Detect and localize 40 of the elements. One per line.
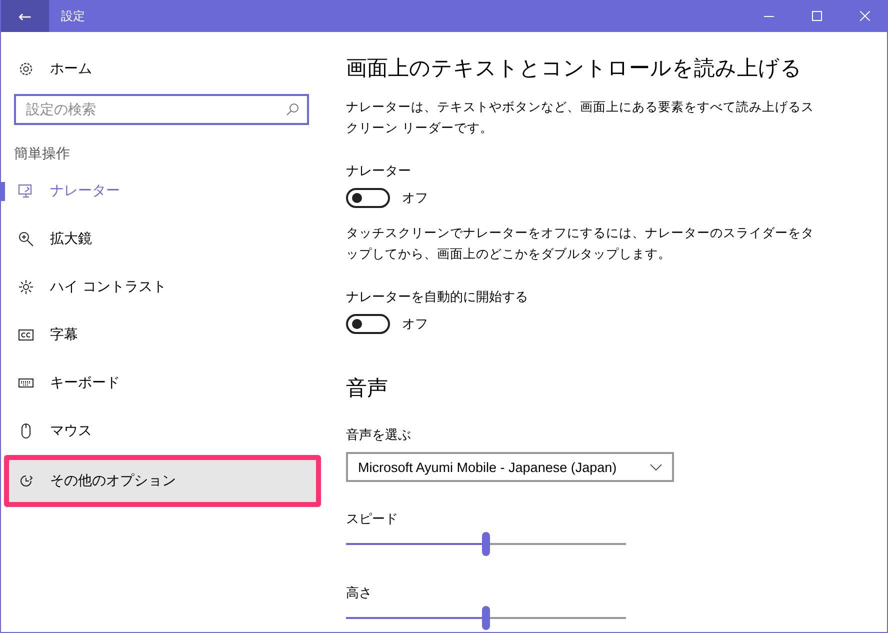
search-icon: [286, 103, 299, 116]
section-heading: 簡単操作: [13, 145, 71, 164]
slider-label: スピード: [346, 511, 399, 528]
voice-dropdown[interactable]: Microsoft Ayumi Mobile - Japanese (Japan): [346, 452, 674, 482]
toggle-state-text: オフ: [402, 190, 428, 207]
captions-icon: [18, 327, 34, 343]
slider[interactable]: [346, 532, 626, 556]
auto-start-toggle[interactable]: [346, 314, 390, 334]
magnifier-icon: [18, 231, 34, 247]
gear-icon: [18, 61, 34, 77]
slider-label: 高さ: [346, 585, 373, 602]
sidebar-item[interactable]: ナレーター: [1, 167, 326, 215]
slider-thumb[interactable]: [482, 606, 490, 630]
narrator-toggle[interactable]: [346, 188, 390, 208]
back-button[interactable]: ←: [1, 0, 49, 32]
sidebar-item[interactable]: 拡大鏡: [1, 215, 326, 263]
window-title: 設定: [61, 8, 85, 24]
note-text: タッチスクリーンでナレーターをオフにするには、ナレーターのスライダーをタップしてから、画面上のどこかをダブルタップします。: [346, 224, 815, 263]
description-text: ナレーターは、テキストやボタンなど、画面上にある要素をすべて読み上げるスクリーン リーダーです。: [346, 98, 815, 137]
sidebar-item[interactable]: ハイ コントラスト: [1, 263, 326, 311]
clock-icon: [18, 473, 34, 489]
home-link[interactable]: ホーム: [1, 56, 326, 82]
sidebar-item[interactable]: その他のオプション: [4, 455, 321, 507]
close-icon[interactable]: [860, 11, 870, 21]
sidebar-item[interactable]: マウス: [1, 407, 326, 455]
toggle-state-text: オフ: [402, 316, 428, 333]
page-title: 画面上のテキストとコントロールを読み上げる: [346, 55, 803, 82]
setting-label: 音声を選ぶ: [346, 427, 412, 444]
sun-icon: [18, 279, 34, 295]
monitor-icon: [18, 183, 34, 199]
sidebar-item[interactable]: 字幕: [1, 311, 326, 359]
sidebar-item[interactable]: キーボード: [1, 359, 326, 407]
maximize-icon[interactable]: [812, 11, 822, 21]
slider-thumb[interactable]: [482, 532, 490, 556]
slider[interactable]: [346, 606, 626, 630]
setting-label: ナレーターを自動的に開始する: [346, 289, 529, 306]
chevron-down-icon: [650, 464, 662, 470]
setting-label: ナレーター: [346, 163, 412, 180]
search-field[interactable]: 設定の検索: [14, 94, 309, 125]
section-heading: 音声: [346, 375, 389, 402]
